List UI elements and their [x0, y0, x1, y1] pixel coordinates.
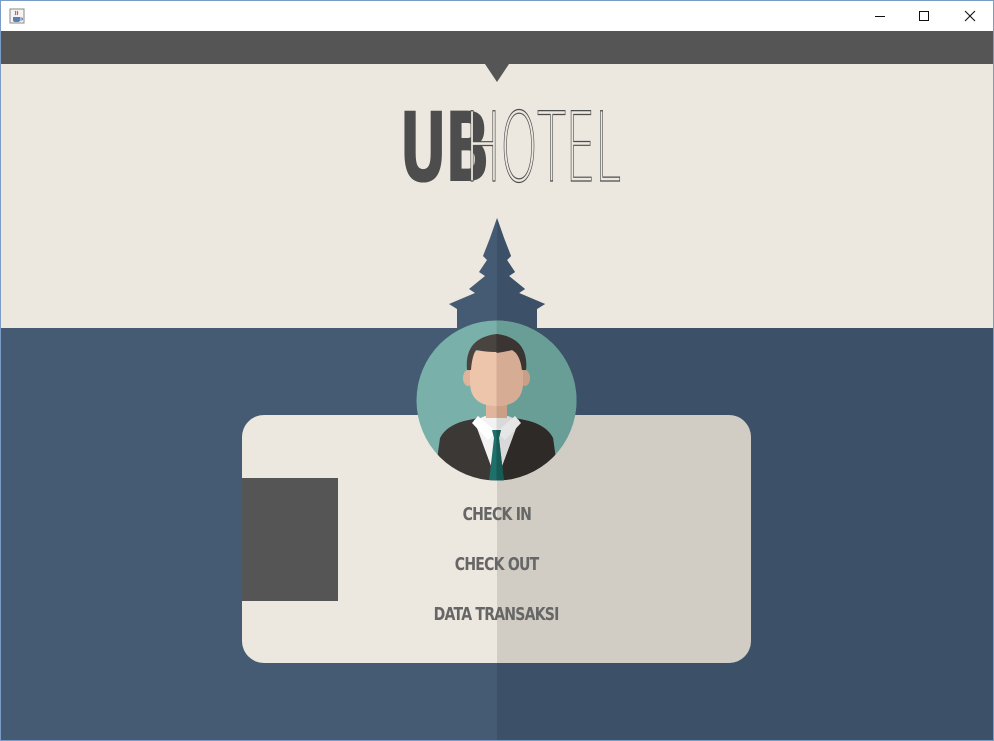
minimize-icon	[875, 16, 885, 17]
minimize-button[interactable]	[857, 1, 903, 31]
check-in-button[interactable]: CHECK IN	[242, 501, 751, 529]
java-cup-icon	[9, 8, 25, 24]
card-side-tab	[242, 478, 338, 601]
window-title-bar	[0, 0, 994, 31]
top-bar	[1, 31, 993, 64]
check-out-label: CHECK OUT	[454, 554, 539, 575]
data-transaksi-button[interactable]: DATA TRANSAKSI	[242, 601, 751, 629]
maximize-icon	[919, 11, 929, 21]
logo-light-text: HOTEL	[465, 92, 622, 204]
receptionist-avatar	[416, 320, 577, 481]
app-content: UB HOTEL CHECK IN CHECK OUT DATA TRANSAK…	[0, 31, 994, 741]
data-transaksi-label: DATA TRANSAKSI	[434, 604, 560, 625]
pagoda-icon	[449, 218, 545, 331]
hotel-logo: UB HOTEL	[399, 92, 622, 203]
check-out-button[interactable]: CHECK OUT	[242, 551, 751, 579]
top-bar-pointer	[485, 64, 509, 82]
close-icon	[964, 10, 976, 22]
check-in-label: CHECK IN	[462, 504, 531, 525]
maximize-button[interactable]	[901, 1, 947, 31]
close-button[interactable]	[947, 1, 993, 31]
